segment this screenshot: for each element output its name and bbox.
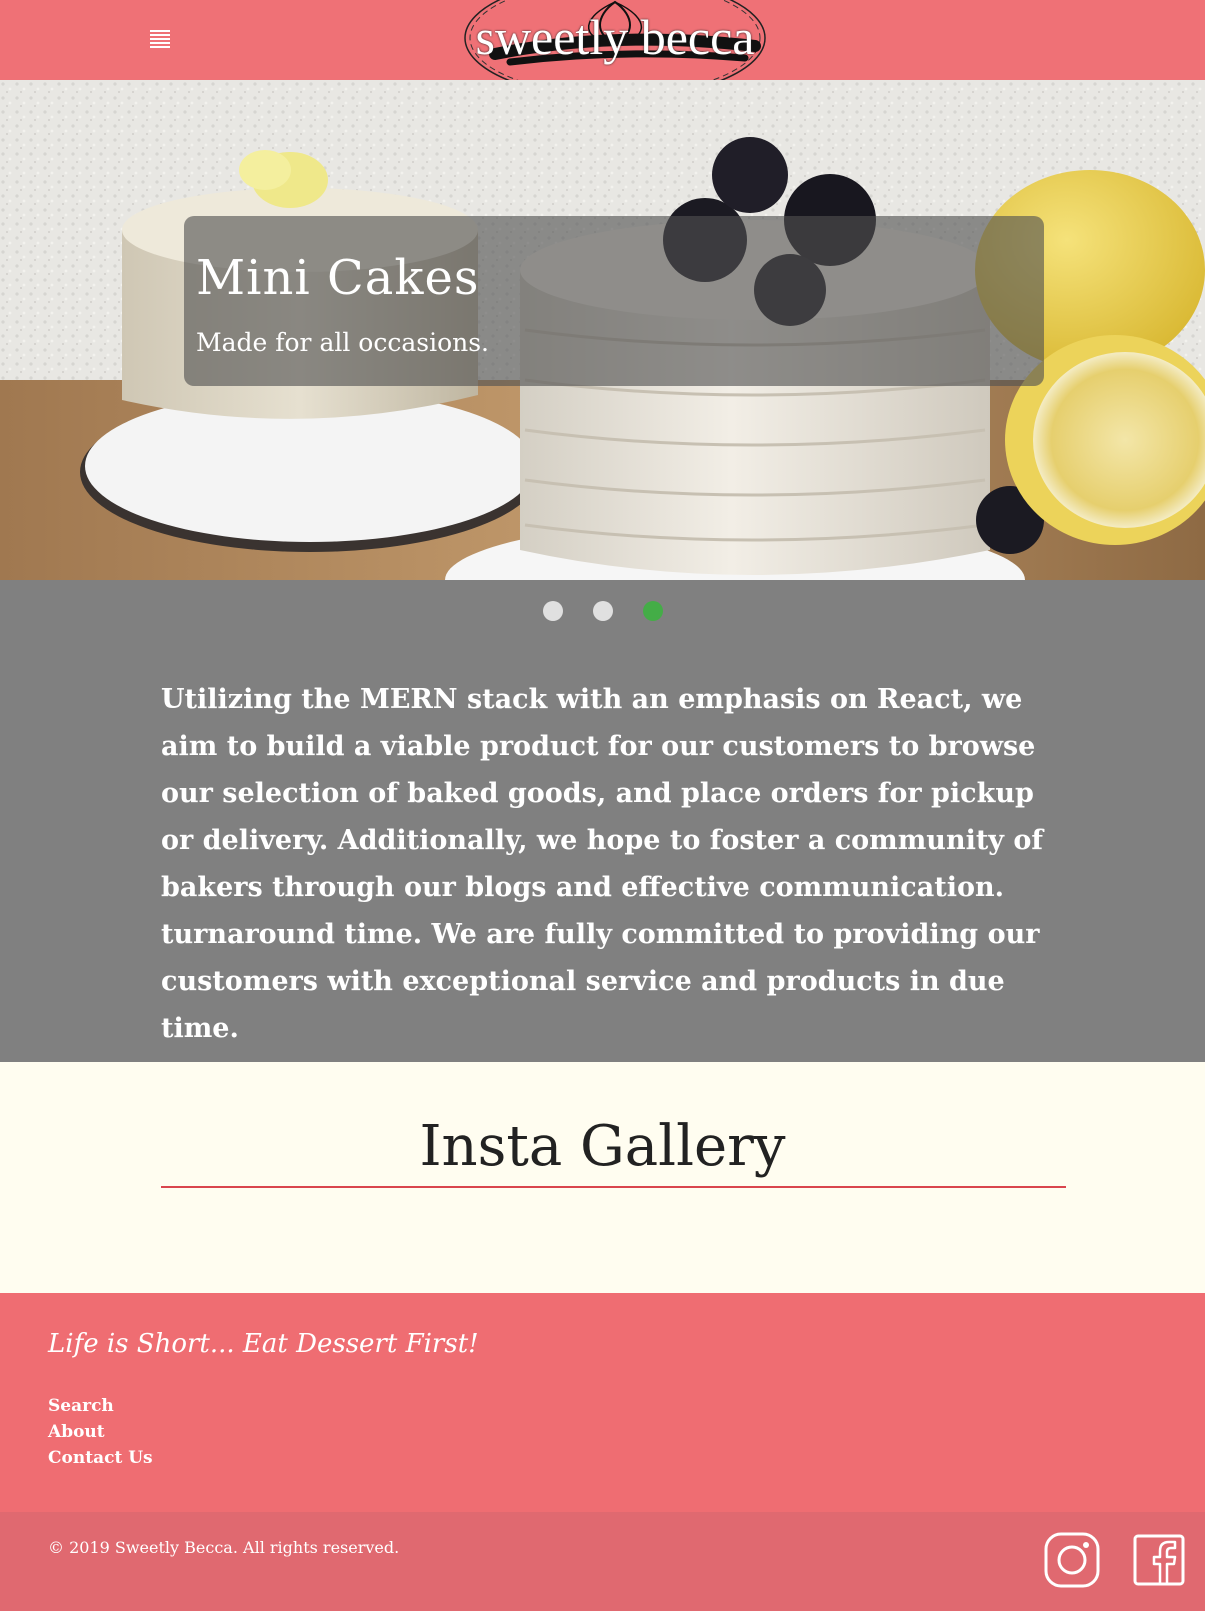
hamburger-menu-icon[interactable]	[150, 30, 170, 48]
carousel-dot-1[interactable]	[542, 601, 563, 621]
about-section: Utilizing the MERN stack with an emphasi…	[0, 580, 1205, 1062]
brand-logo[interactable]: sweetly becca	[455, 0, 775, 80]
slide-subtitle: Made for all occasions.	[196, 328, 490, 357]
about-text: Utilizing the MERN stack with an emphasi…	[161, 684, 1044, 1044]
insta-gallery-section: Insta Gallery	[0, 1062, 1205, 1293]
footer-link-about[interactable]: About	[48, 1419, 153, 1445]
brand-name: sweetly becca	[475, 9, 755, 65]
instagram-icon[interactable]	[1044, 1532, 1100, 1588]
copyright-text: © 2019 Sweetly Becca. All rights reserve…	[48, 1538, 400, 1557]
footer: Life is Short... Eat Dessert First! Sear…	[0, 1293, 1205, 1512]
footer-links: Search About Contact Us	[48, 1393, 153, 1471]
navbar: sweetly becca	[0, 0, 1205, 80]
hero-carousel: Mini Cakes Made for all occasions.	[0, 80, 1205, 580]
footer-bottom-bar: © 2019 Sweetly Becca. All rights reserve…	[0, 1512, 1205, 1611]
carousel-indicators	[0, 601, 1205, 621]
carousel-caption: Mini Cakes Made for all occasions.	[184, 216, 1044, 386]
slide-title: Mini Cakes	[196, 250, 480, 306]
footer-link-contact[interactable]: Contact Us	[48, 1445, 153, 1471]
carousel-dot-3[interactable]	[642, 601, 663, 621]
footer-link-search[interactable]: Search	[48, 1393, 153, 1419]
gallery-divider	[161, 1186, 1066, 1188]
facebook-icon[interactable]	[1133, 1534, 1185, 1586]
footer-tagline: Life is Short... Eat Dessert First!	[48, 1329, 479, 1359]
gallery-title: Insta Gallery	[419, 1114, 786, 1179]
carousel-dot-2[interactable]	[592, 601, 613, 621]
